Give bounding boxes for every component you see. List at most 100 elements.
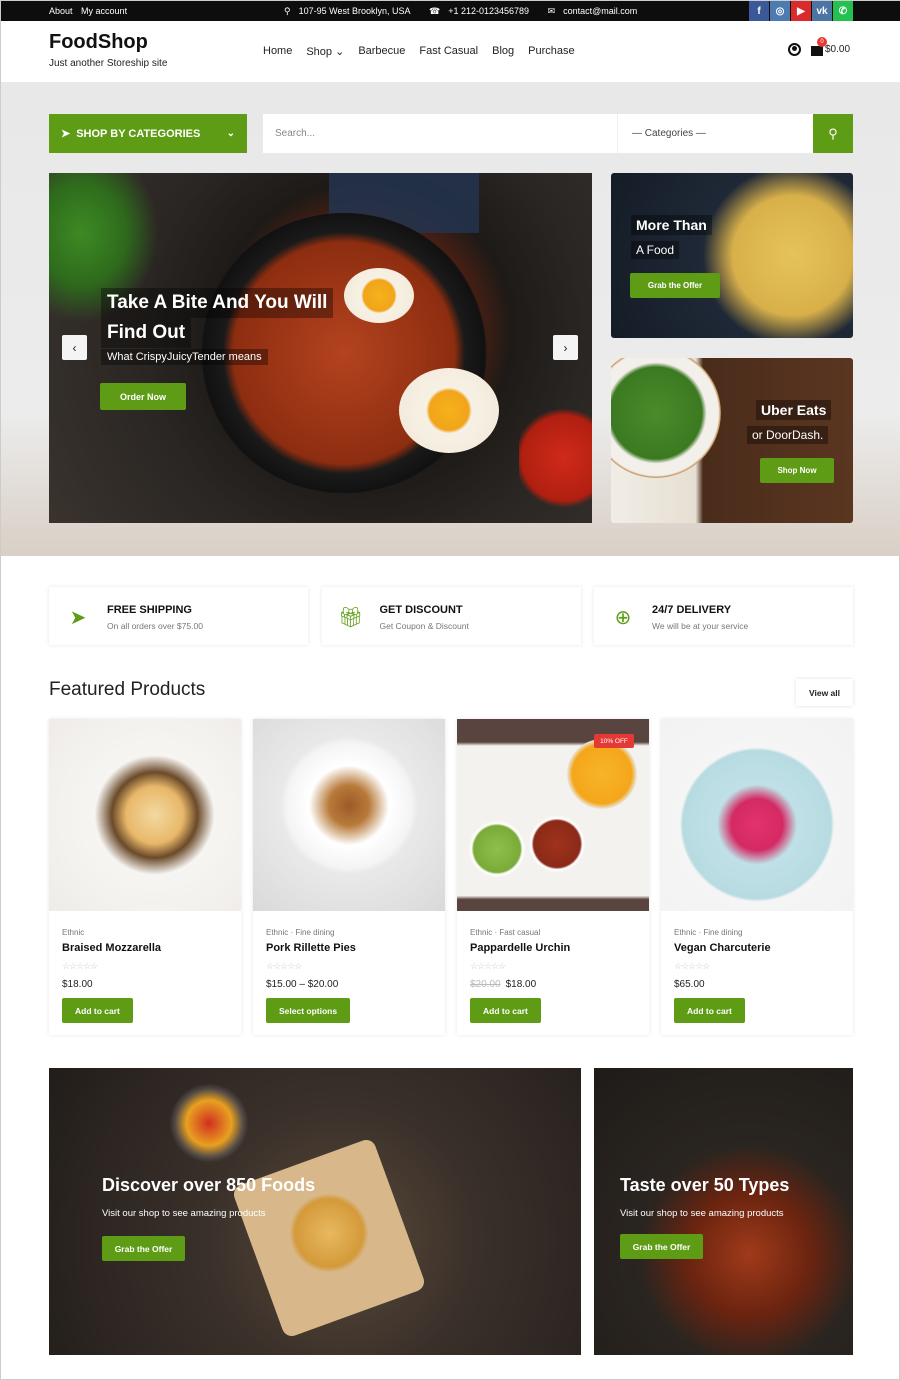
feature-free-shipping: ➤ FREE SHIPPING On all orders over $75.0… <box>49 587 308 645</box>
slide-image-egg <box>344 268 414 323</box>
top-bar: About My account ⚲ 107-95 West Brooklyn, … <box>1 1 900 21</box>
phone-icon: ☎ <box>429 6 441 16</box>
view-all-button[interactable]: View all <box>796 679 853 706</box>
nav-home[interactable]: Home <box>263 45 292 58</box>
user-account-icon[interactable] <box>788 43 801 56</box>
slider-next-button[interactable]: › <box>553 335 578 360</box>
featured-products-title: Featured Products <box>49 679 206 700</box>
star-rating: ☆☆☆☆☆ <box>674 961 710 971</box>
mail-icon: ✉ <box>547 6 556 16</box>
slide-image-pepper <box>519 403 592 513</box>
add-to-cart-button[interactable]: Add to cart <box>62 998 133 1023</box>
juice-glass <box>567 739 637 809</box>
side-banner-2-title: Uber Eats <box>756 400 832 420</box>
slider-prev-button[interactable]: ‹ <box>62 335 87 360</box>
old-price: $20.00 <box>470 979 501 990</box>
cart-total[interactable]: $0.00 <box>825 44 850 55</box>
youtube-icon[interactable]: ▶ <box>791 1 811 21</box>
product-card[interactable]: Ethnic · Fine dining Pork Rillette Pies … <box>253 719 445 1035</box>
main-nav: Home Shop ⌄ Barbecue Fast Casual Blog Pu… <box>263 45 589 58</box>
feature-delivery: ⊕ 24/7 DELIVERY We will be at your servi… <box>594 587 853 645</box>
map-pin-icon: ⚲ <box>284 6 291 16</box>
about-link[interactable]: About <box>49 6 73 16</box>
side-banner-2-subtitle: or DoorDash. <box>747 426 829 444</box>
product-image[interactable] <box>253 719 445 911</box>
star-rating: ☆☆☆☆☆ <box>470 961 506 971</box>
features-row: ➤ FREE SHIPPING On all orders over $75.0… <box>49 587 853 645</box>
star-rating: ☆☆☆☆☆ <box>266 961 302 971</box>
product-price: $15.00 – $20.00 <box>266 979 339 990</box>
email[interactable]: ✉ contact@mail.com <box>548 6 646 16</box>
croissant-image <box>289 1193 369 1273</box>
salad-plate-image <box>611 358 721 478</box>
product-image[interactable] <box>49 719 241 911</box>
my-account-link[interactable]: My account <box>81 6 127 16</box>
nav-fast-casual[interactable]: Fast Casual <box>419 45 478 58</box>
guacamole-bowl <box>467 819 527 879</box>
nav-shop[interactable]: Shop ⌄ <box>306 45 344 58</box>
add-to-cart-button[interactable]: Add to cart <box>470 998 541 1023</box>
search-input[interactable]: Search... <box>263 114 617 153</box>
hero-subtitle: What CrispyJuicyTender means <box>101 349 268 365</box>
order-now-button[interactable]: Order Now <box>100 383 186 410</box>
instagram-icon[interactable]: ◎ <box>770 1 790 21</box>
product-card[interactable]: Ethnic · Fine dining Vegan Charcuterie ☆… <box>661 719 853 1035</box>
promo-banner-2-button[interactable]: Grab the Offer <box>620 1234 703 1259</box>
site-tagline: Just another Storeship site <box>49 58 168 69</box>
gift-icon: 🎁︎ <box>337 606 364 629</box>
nav-barbecue[interactable]: Barbecue <box>358 45 405 58</box>
paper-plane-icon: ➤ <box>69 606 87 629</box>
category-select[interactable]: — Categories — <box>617 114 813 153</box>
promo-banner-2-title: Taste over 50 Types <box>620 1175 790 1195</box>
cart-count-badge: 0 <box>817 36 827 47</box>
product-card[interactable]: Ethnic Braised Mozzarella ☆☆☆☆☆ $18.00 A… <box>49 719 241 1035</box>
hero-slider <box>49 173 592 523</box>
product-category[interactable]: Ethnic · Fine dining <box>266 928 334 937</box>
paper-plane-icon: ➤ <box>61 128 71 140</box>
hero-title: Take A Bite And You Will Find Out <box>101 288 334 348</box>
side-banner-1-title: More Than <box>631 215 712 235</box>
address: ⚲ 107-95 West Brooklyn, USA <box>284 6 411 16</box>
star-rating: ☆☆☆☆☆ <box>62 961 98 971</box>
product-name[interactable]: Pappardelle Urchin <box>470 942 570 954</box>
vk-icon[interactable]: vk <box>812 1 832 21</box>
search-button[interactable]: ⚲ <box>813 114 853 153</box>
promo-banner-1-button[interactable]: Grab the Offer <box>102 1236 185 1261</box>
side-banner-2-button[interactable]: Shop Now <box>760 458 834 483</box>
product-price: $18.00 <box>62 979 93 990</box>
product-card[interactable]: 10% OFF Ethnic · Fast casual Pappardelle… <box>457 719 649 1035</box>
fruit-bowl-image <box>169 1083 249 1163</box>
product-name[interactable]: Vegan Charcuterie <box>674 942 771 954</box>
product-grid: Ethnic Braised Mozzarella ☆☆☆☆☆ $18.00 A… <box>49 719 853 1035</box>
add-to-cart-button[interactable]: Add to cart <box>674 998 745 1023</box>
promo-banner-1-subtitle: Visit our shop to see amazing products <box>102 1208 266 1219</box>
product-name[interactable]: Braised Mozzarella <box>62 942 161 954</box>
product-category[interactable]: Ethnic · Fast casual <box>470 928 540 937</box>
shop-by-categories-button[interactable]: ➤ SHOP BY CATEGORIES ⌄ <box>49 114 247 153</box>
nav-purchase[interactable]: Purchase <box>528 45 574 58</box>
side-banner-1-subtitle: A Food <box>631 241 680 259</box>
product-category[interactable]: Ethnic · Fine dining <box>674 928 742 937</box>
facebook-icon[interactable]: f <box>749 1 769 21</box>
product-price: $65.00 <box>674 979 705 990</box>
life-ring-icon: ⊕ <box>614 606 632 629</box>
phone[interactable]: ☎ +1 212-0123456789 <box>429 6 537 16</box>
cart-bag-icon[interactable]: 0 <box>811 36 827 56</box>
product-price: $20.00 $18.00 <box>470 979 537 990</box>
sale-badge: 10% OFF <box>594 734 634 748</box>
select-options-button[interactable]: Select options <box>266 998 351 1023</box>
whatsapp-icon[interactable]: ✆ <box>833 1 853 21</box>
product-name[interactable]: Pork Rillette Pies <box>266 942 356 954</box>
nav-blog[interactable]: Blog <box>492 45 514 58</box>
product-image[interactable]: 10% OFF <box>457 719 649 911</box>
promo-banner-2-subtitle: Visit our shop to see amazing products <box>620 1208 784 1219</box>
side-banner-1-button[interactable]: Grab the Offer <box>630 273 720 298</box>
search-icon: ⚲ <box>828 125 838 141</box>
chevron-down-icon: ⌄ <box>226 128 235 139</box>
site-header: FoodShop Just another Storeship site Hom… <box>1 21 900 82</box>
product-category[interactable]: Ethnic <box>62 928 84 937</box>
product-image[interactable] <box>661 719 853 911</box>
promo-banner-1-title: Discover over 850 Foods <box>102 1175 316 1195</box>
site-logo[interactable]: FoodShop <box>49 31 148 54</box>
slide-image-egg <box>399 368 499 453</box>
